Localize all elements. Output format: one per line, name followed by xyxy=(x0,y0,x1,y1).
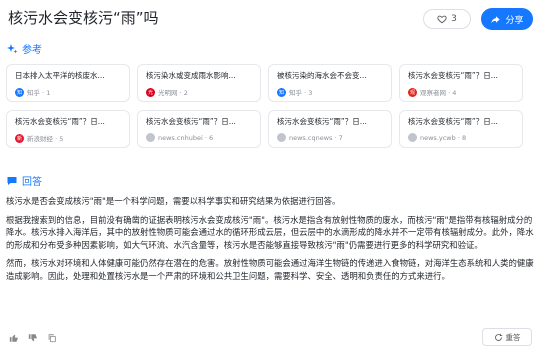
feedback-bar xyxy=(9,333,57,343)
card-title: 核污水会变核污“雨”？日... xyxy=(408,117,498,126)
card-source: news.cqnews · 7 xyxy=(289,133,343,142)
sparkle-icon xyxy=(7,43,18,53)
globe-icon xyxy=(277,133,286,142)
reference-card[interactable]: 核污水会变核污“雨”？日... 新新浪财经 · 5 xyxy=(6,110,130,148)
share-button[interactable]: 分享 xyxy=(481,8,533,30)
reference-card[interactable]: 核污水会变核污“雨”？日... news.ycwb · 8 xyxy=(399,110,523,148)
card-source: 光明网 · 2 xyxy=(158,89,188,97)
card-source: 知乎 · 1 xyxy=(27,89,51,97)
copy-icon[interactable] xyxy=(47,333,57,343)
refresh-icon xyxy=(494,333,502,341)
references-heading: 参考 xyxy=(6,41,42,56)
share-icon xyxy=(491,15,501,23)
card-title: 核污水会变核污“雨”？日... xyxy=(277,117,367,126)
card-source: news.ycwb · 8 xyxy=(420,133,467,142)
card-title: 被核污染的海水会不会变... xyxy=(277,71,367,80)
regenerate-button[interactable]: 重答 xyxy=(482,328,532,346)
reference-card[interactable]: 核污水会变核污“雨”？日... 观观察者网 · 4 xyxy=(399,64,523,102)
card-source: 观察者网 · 4 xyxy=(420,89,457,97)
card-source: 知乎 · 3 xyxy=(289,89,313,97)
card-title: 日本排入太平洋的核废水... xyxy=(15,71,105,80)
answer-paragraph: 然而，核污水对环境和人体健康可能仍然存在潜在的危害。放射性物质可能会通过海洋生物… xyxy=(6,258,534,281)
globe-icon xyxy=(146,133,155,142)
regenerate-label: 重答 xyxy=(505,332,521,342)
card-source: 新浪财经 · 5 xyxy=(27,135,64,143)
page-title: 核污水会变核污“雨”吗 xyxy=(8,9,159,27)
answer-heading: 回答 xyxy=(6,173,42,188)
thumbs-down-icon[interactable] xyxy=(28,333,38,343)
guancha-icon: 观 xyxy=(408,87,417,97)
header: 核污水会变核污“雨”吗 3 分享 xyxy=(0,0,553,36)
reference-card[interactable]: 核污水会变核污“雨”？日... news.cqnews · 7 xyxy=(268,110,392,148)
answer-body: 核污水是否会变成核污"雨"是一个科学问题，需要以科学事实和研究结果为依据进行回答… xyxy=(6,195,536,288)
card-title: 核污染水或变成雨水影响... xyxy=(146,71,236,80)
answer-paragraph: 根据我搜索到的信息，目前没有确凿的证据表明核污水会变成核污"雨"。核污水是指含有… xyxy=(6,214,534,250)
answer-paragraph: 核污水是否会变成核污"雨"是一个科学问题，需要以科学事实和研究结果为依据进行回答… xyxy=(6,196,341,206)
zhihu-icon: 知 xyxy=(15,87,24,97)
like-button[interactable]: 3 xyxy=(423,9,471,29)
chat-icon xyxy=(7,176,17,185)
reference-card[interactable]: 核污水会变核污“雨”？日... news.cnhubei · 6 xyxy=(137,110,261,148)
globe-icon xyxy=(408,133,417,142)
reference-card[interactable]: 被核污染的海水会不会变... 知知乎 · 3 xyxy=(268,64,392,102)
card-title: 核污水会变核污“雨”？日... xyxy=(408,71,498,80)
sina-icon: 新 xyxy=(15,133,24,143)
card-title: 核污水会变核污“雨”？日... xyxy=(146,117,236,126)
references-label: 参考 xyxy=(22,45,42,56)
answer-label: 回答 xyxy=(22,177,42,188)
gmw-icon: 光 xyxy=(146,87,155,97)
card-title: 核污水会变核污“雨”？日... xyxy=(15,117,105,126)
thumbs-up-icon[interactable] xyxy=(9,333,19,343)
reference-card[interactable]: 核污染水或变成雨水影响... 光光明网 · 2 xyxy=(137,64,261,102)
heart-icon xyxy=(437,15,447,24)
card-source: news.cnhubei · 6 xyxy=(158,133,214,142)
like-count: 3 xyxy=(451,14,457,24)
reference-card[interactable]: 日本排入太平洋的核废水... 知知乎 · 1 xyxy=(6,64,130,102)
share-label: 分享 xyxy=(505,15,524,26)
zhihu-icon: 知 xyxy=(277,87,286,97)
